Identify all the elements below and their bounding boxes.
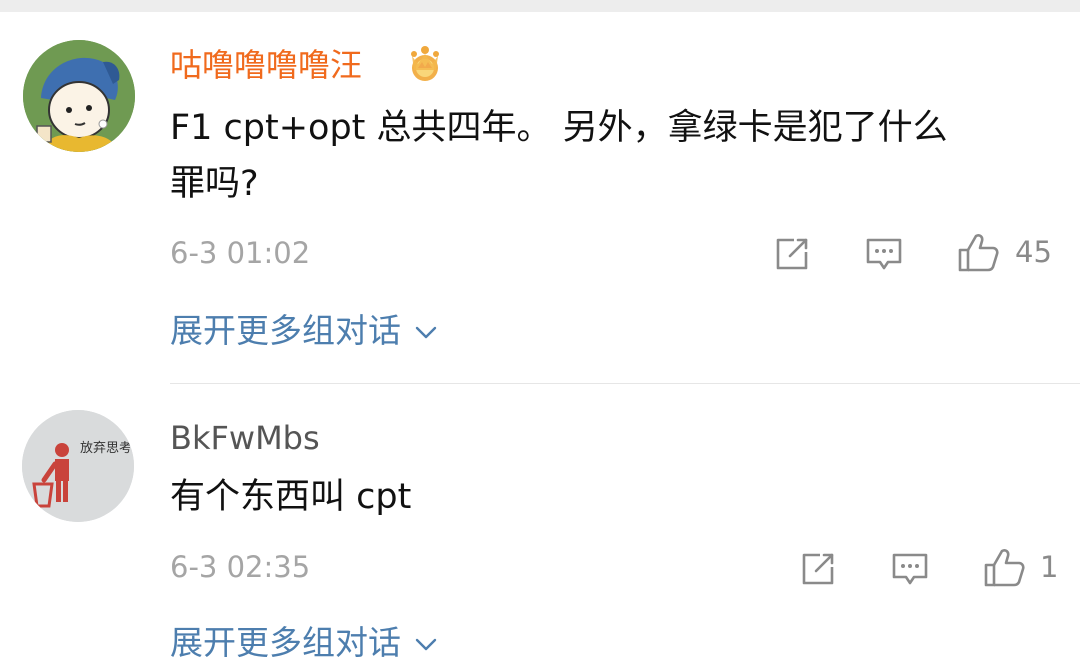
repost-icon[interactable] bbox=[798, 549, 838, 589]
username[interactable]: BkFwMbs bbox=[170, 418, 320, 458]
thumbs-up-icon[interactable] bbox=[956, 230, 1000, 274]
avatar[interactable]: 放弃思考 bbox=[22, 410, 134, 522]
vip-crown-icon[interactable] bbox=[406, 44, 444, 84]
chevron-down-icon bbox=[415, 326, 437, 339]
comment-icon[interactable] bbox=[890, 549, 930, 589]
top-separator-bar bbox=[0, 0, 1080, 12]
divider bbox=[170, 383, 1080, 384]
expand-conversation-link[interactable]: 展开更多组对话 bbox=[170, 621, 437, 665]
comment-item: 咕噜噜噜噜汪 F1 cpt+opt 总共四年。 另外，拿绿卡是犯了什么 罪吗? … bbox=[0, 12, 1080, 384]
avatar[interactable] bbox=[23, 40, 135, 152]
like-count: 45 bbox=[1015, 235, 1052, 269]
comment-icon[interactable] bbox=[864, 234, 904, 274]
username[interactable]: 咕噜噜噜噜汪 bbox=[170, 45, 362, 85]
timestamp: 6-3 01:02 bbox=[170, 236, 311, 270]
trash-figure-avatar-icon: 放弃思考 bbox=[22, 410, 134, 522]
avatar-text: 放弃思考 bbox=[80, 441, 132, 456]
repost-icon[interactable] bbox=[772, 234, 812, 274]
expand-conversation-link[interactable]: 展开更多组对话 bbox=[170, 309, 437, 353]
comment-text-line: F1 cpt+opt 总共四年。 另外，拿绿卡是犯了什么 bbox=[170, 108, 948, 148]
comment-item: 放弃思考 BkFwMbs 有个东西叫 cpt 6-3 02:35 1 展开更多组… bbox=[0, 385, 1080, 671]
comment-text-line: 罪吗? bbox=[170, 164, 259, 204]
chevron-down-icon bbox=[415, 638, 437, 651]
thumbs-up-icon[interactable] bbox=[982, 545, 1026, 589]
timestamp: 6-3 02:35 bbox=[170, 550, 311, 584]
girl-avatar-icon bbox=[23, 40, 135, 152]
like-count: 1 bbox=[1040, 550, 1059, 584]
expand-label: 展开更多组对话 bbox=[170, 623, 401, 662]
expand-label: 展开更多组对话 bbox=[170, 311, 401, 350]
comment-text: 有个东西叫 cpt bbox=[170, 477, 412, 517]
